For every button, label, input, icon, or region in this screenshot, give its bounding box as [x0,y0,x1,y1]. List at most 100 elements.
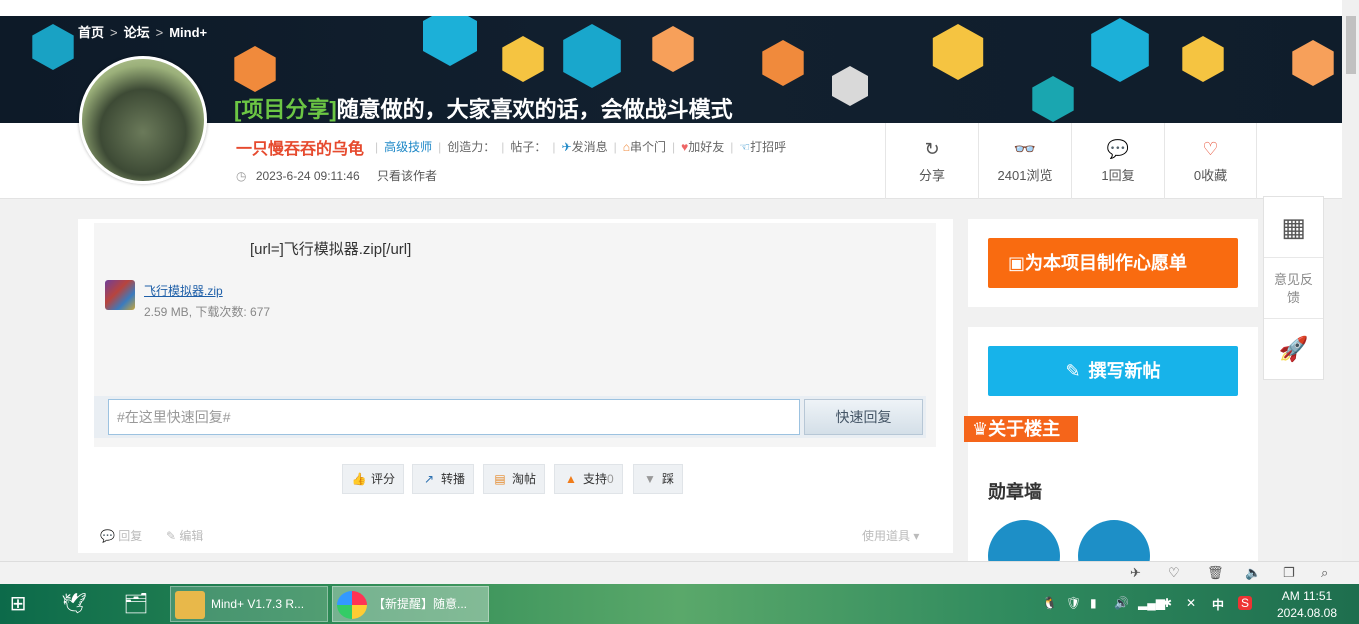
system-clock[interactable]: AM 11:51 2024.08.08 [1272,588,1342,622]
mind-app-icon [175,590,205,619]
folder-icon[interactable]: 🗂 [118,586,154,622]
share-stat[interactable]: ↻ 分享 [885,123,978,199]
top-strip [0,0,1342,16]
post-tag[interactable]: [项目分享] [234,97,337,122]
author-name[interactable]: 一只慢吞吞的乌龟 [236,135,364,159]
footer-tools[interactable]: 使用道具 ▾ [862,527,919,544]
sogou-icon[interactable]: S [1238,596,1253,610]
wish-list-button[interactable]: ▣为本项目制作心愿单 [988,238,1238,288]
ime-indicator[interactable]: 中 [1212,596,1224,613]
repost-button[interactable]: ↗ 转播 [412,464,475,494]
page-scrollbar[interactable] [1342,0,1359,561]
window-icon[interactable]: ❐ [1283,565,1295,581]
windows-start-icon[interactable]: ⊞ [0,586,36,622]
document-icon: ▣ [1008,253,1026,273]
creativity-label: 创造力： [447,140,496,154]
medal-wall-title: 勋章墙 [988,482,1042,502]
feedback-label: 意见反馈 [1274,272,1314,305]
attachment-link[interactable]: 飞行模拟器.zip [144,282,223,299]
author-meta: | 高级技师 | 创造力： | 帖子： | ✈发消息 | ⌂串个门 | ♥加好友 | ☜打招呼 [375,140,787,154]
post-date-row: ◷ 2023-6-24 09:11:46 只看该作者 [236,167,437,184]
feedback-button[interactable]: 意见反馈 [1264,258,1323,319]
breadcrumb-home[interactable]: 首页 [78,25,104,40]
post-title-text: 随意做的，大家喜欢的话，会做战斗模式 [336,97,733,122]
taskbar-task-mind[interactable]: Mind+ V1.7.3 R... [170,586,328,622]
banner-gem [932,24,984,80]
trash-icon[interactable]: 🗑 [1207,565,1224,581]
send-message-link[interactable]: 发消息 [572,140,608,154]
only-author-link[interactable]: 只看该作者 [377,169,437,183]
crown-icon: ♛ [972,419,989,439]
favorites-stat[interactable]: ♡ 0收藏 [1164,123,1257,199]
avatar[interactable] [79,56,207,184]
breadcrumb: 首页 > 论坛 > Mind+ [78,22,207,41]
banner-gem [1292,40,1334,86]
quick-reply-input[interactable]: #在这里快速回复# [108,399,800,435]
support-count: 0 [607,472,614,486]
battery-icon[interactable]: ▮ [1090,596,1097,610]
share-label: 分享 [918,168,945,183]
favorites-label: 0收藏 [1193,168,1228,183]
taskbar-task-browser[interactable]: 【新提醒】随意... [332,586,489,622]
pencil-icon: ✎ [166,529,177,543]
chevron-down-icon: ▾ [913,529,920,543]
banner-gem [502,36,544,82]
scrollbar-thumb[interactable] [1346,16,1356,74]
heart-icon[interactable]: ♡ [1168,565,1180,581]
volume-icon[interactable]: 🔈 [1245,565,1261,581]
support-label: 支持 [583,472,608,486]
banner-gem [1182,36,1224,82]
footer-edit[interactable]: ✎ 编辑 [166,527,203,544]
banner-gem [762,40,804,86]
add-friend-link[interactable]: 加好友 [688,140,724,154]
visit-link[interactable]: 串个门 [630,140,666,154]
owner-tag: ♛关于楼主 [964,416,1078,442]
breadcrumb-forum[interactable]: 论坛 [124,25,150,40]
arrow-down-icon: ▼ [644,472,656,486]
security-icon[interactable]: 🛡 [1066,596,1081,610]
floating-toolbar: ▦ 意见反馈 🚀 [1263,196,1324,380]
breadcrumb-separator: > [155,25,164,40]
author-rank[interactable]: 高级技师 [384,140,432,154]
home-icon: ⌂ [622,140,630,154]
greet-link[interactable]: 打招呼 [750,140,786,154]
comment-icon: 💬 [1106,139,1130,159]
banner-gem [1091,18,1149,82]
repost-icon: ↗ [423,472,435,486]
heart-icon: ♡ [1202,139,1219,159]
arrow-up-icon: ▲ [565,472,577,486]
rocket-icon[interactable]: ✈ [1130,565,1141,581]
qrcode-icon: ▦ [1281,212,1306,242]
bird-app-icon[interactable]: 🕊 [56,586,92,622]
breadcrumb-section[interactable]: Mind+ [169,25,207,40]
quick-reply-button[interactable]: 快速回复 [804,399,923,435]
search-icon[interactable]: ⌕ [1321,565,1328,581]
write-post-button[interactable]: ✎ 撰写新帖 [988,346,1238,396]
post-date: 2023-6-24 09:11:46 [255,169,360,183]
banner-gem [423,16,477,66]
banner-gem [652,26,694,72]
taotie-button[interactable]: ▤ 淘帖 [483,464,546,494]
browser-status-bar: ✈ ♡ 🗑 🔈 ❐ ⌕ [0,561,1359,584]
clock-date: 2024.08.08 [1276,606,1338,620]
replies-stat[interactable]: 💬 1回复 [1071,123,1164,199]
attachment-meta: 2.59 MB, 下载次数: 677 [144,305,271,319]
oppose-button[interactable]: ▼ 踩 [633,464,684,494]
rate-button[interactable]: 👍 评分 [342,464,405,494]
share-icon: ↻ [924,139,940,159]
volume-icon[interactable]: 🔊 [1114,596,1129,610]
back-to-top-button[interactable]: 🚀 [1264,319,1323,380]
send-message-icon: ✈ [561,140,572,154]
oppose-label: 踩 [662,472,675,486]
network-icon[interactable]: ✕ [1186,596,1196,610]
bluetooth-icon[interactable]: ✱ [1162,596,1172,610]
taotie-label: 淘帖 [512,472,537,486]
penguin-icon[interactable]: 🐧 [1042,596,1057,610]
signal-icon[interactable]: ▂▄▆ [1138,596,1165,610]
qrcode-button[interactable]: ▦ [1264,197,1323,258]
footer-reply[interactable]: 💬 回复 [100,527,142,544]
breadcrumb-separator: > [110,25,118,40]
pencil-icon: ✎ [1065,361,1081,381]
banner-gem [1032,76,1074,122]
support-button[interactable]: ▲ 支持0 [554,464,623,494]
